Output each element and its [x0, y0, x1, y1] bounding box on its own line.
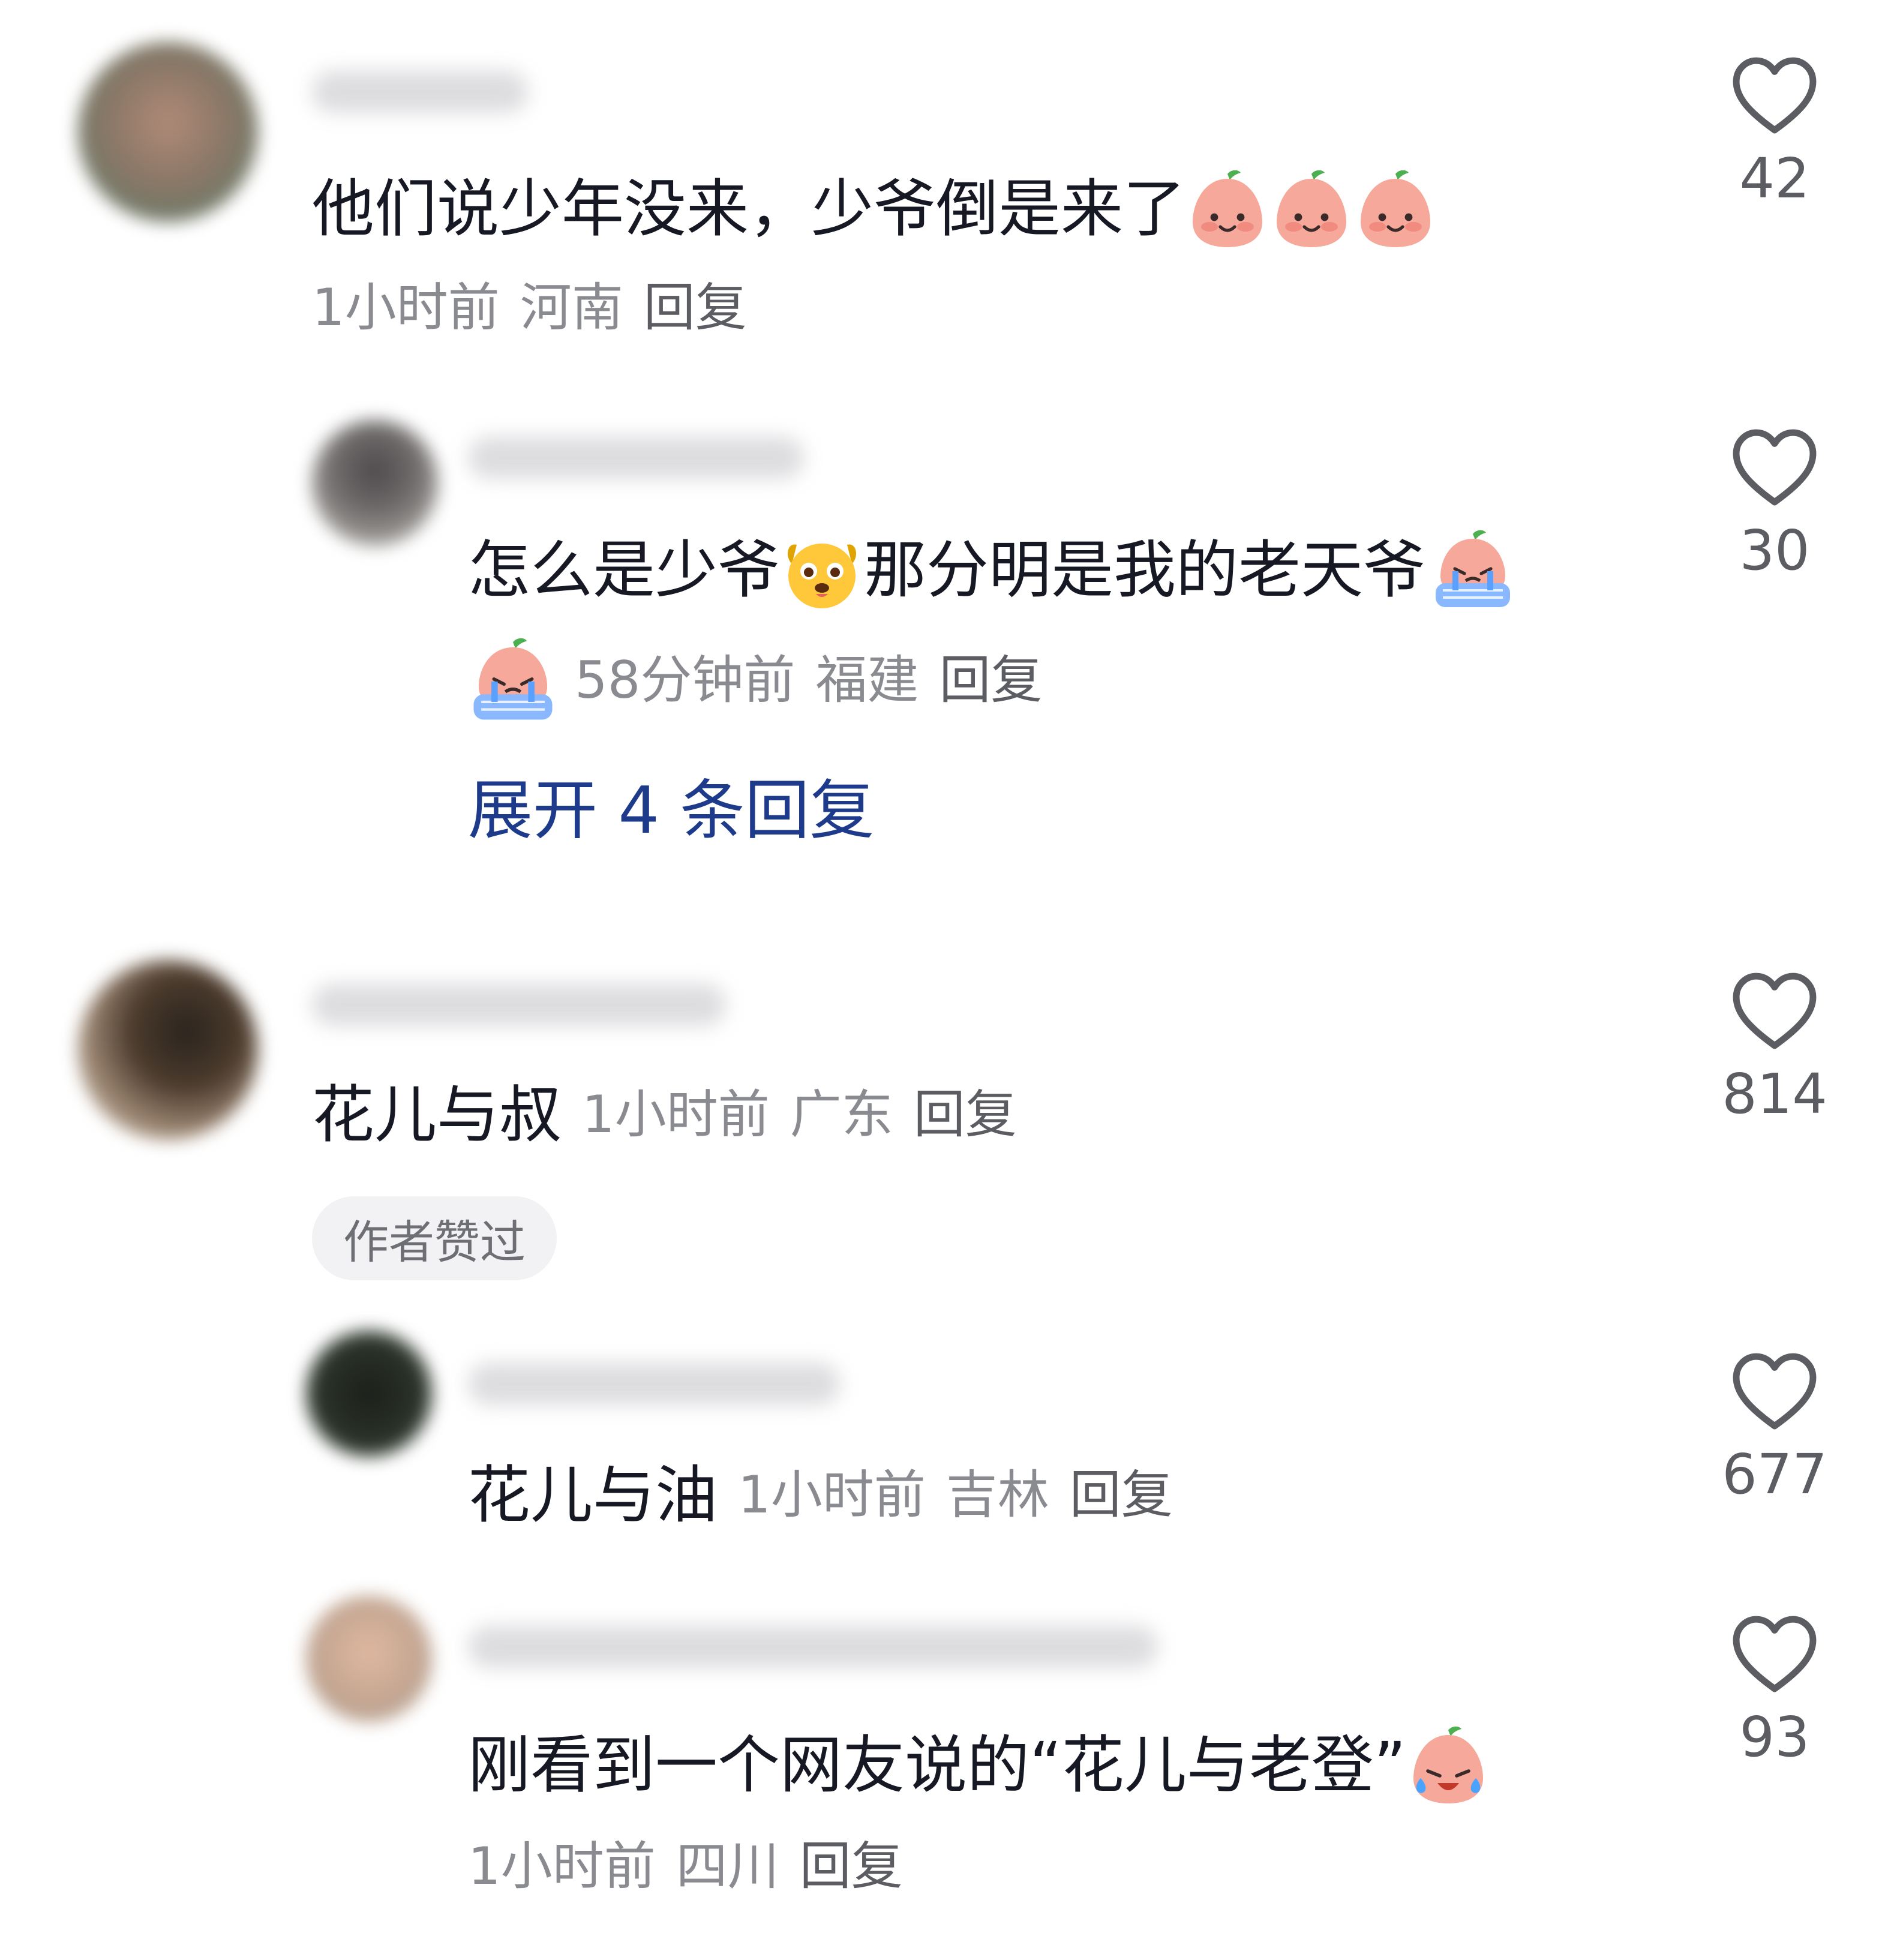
peach-laugh-cry-emoji: [1409, 1723, 1488, 1807]
username[interactable]: [312, 984, 726, 1026]
dog-face-emoji: [782, 528, 862, 612]
reply-text: 刚看到一个网友说的“花儿与老登”: [468, 1723, 1490, 1807]
reply-button[interactable]: 回复: [939, 655, 1042, 706]
peach-smile-emoji: [1272, 167, 1351, 251]
reply-body-part2: 那分明是我的老天爷: [864, 533, 1426, 607]
region: 河南: [520, 278, 623, 338]
username[interactable]: [312, 71, 528, 113]
like-button[interactable]: 42: [1715, 55, 1835, 206]
peach-crying-bath-emoji: [468, 636, 558, 725]
like-count: 42: [1739, 146, 1810, 211]
comment-body: 花儿与叔: [312, 1078, 562, 1151]
avatar[interactable]: [312, 420, 438, 546]
timestamp: 58分钟前: [575, 650, 796, 710]
peach-smile-emoji: [1188, 167, 1267, 251]
avatar[interactable]: [78, 960, 258, 1140]
avatar[interactable]: [306, 1331, 432, 1457]
region: 吉林: [946, 1465, 1049, 1525]
heart-icon: [1730, 971, 1819, 1051]
reply-meta: 1小时前 吉林 回复: [738, 1469, 1193, 1521]
reply-body-part1: 怎么是少爷: [468, 533, 781, 607]
like-count: 93: [1739, 1705, 1810, 1769]
like-button[interactable]: 93: [1715, 1614, 1835, 1765]
timestamp: 1小时前: [312, 278, 500, 338]
reply-button[interactable]: 回复: [914, 1089, 1017, 1140]
avatar[interactable]: [306, 1596, 432, 1722]
reply-text: 花儿与油 1小时前 吉林 回复: [468, 1464, 1193, 1526]
reply-text: 怎么是少爷 那分明是我的老天爷: [468, 528, 1520, 612]
comment-text: 他们说少年没来，少爷倒是来了: [312, 167, 1437, 251]
reply-button[interactable]: 回复: [644, 282, 747, 334]
reply-body: 花儿与油: [468, 1458, 718, 1532]
reply-body: 刚看到一个网友说的“花儿与老登”: [468, 1728, 1406, 1802]
comment-body: 他们说少年没来，少爷倒是来了: [312, 172, 1186, 245]
heart-icon: [1730, 427, 1819, 508]
peach-smile-emoji: [1356, 167, 1435, 251]
comment-text: 花儿与叔 1小时前 广东 回复: [312, 1083, 1037, 1146]
avatar[interactable]: [78, 42, 258, 222]
expand-replies-link[interactable]: 展开 4 条回复: [468, 779, 874, 844]
like-count: 30: [1739, 518, 1810, 583]
comment-meta: 1小时前 广东 回复: [582, 1089, 1037, 1140]
reply-button[interactable]: 回复: [1070, 1469, 1173, 1521]
timestamp: 1小时前: [468, 1836, 656, 1896]
like-count: 814: [1722, 1062, 1827, 1126]
like-button[interactable]: 814: [1715, 971, 1835, 1122]
username[interactable]: [468, 1363, 840, 1405]
peach-crying-bath-emoji: [1428, 528, 1518, 612]
timestamp: 1小时前: [582, 1085, 770, 1145]
username[interactable]: [468, 437, 804, 479]
heart-icon: [1730, 55, 1819, 136]
author-liked-badge: 作者赞过: [312, 1196, 557, 1280]
like-button[interactable]: 677: [1715, 1351, 1835, 1502]
like-count: 677: [1722, 1442, 1827, 1506]
reply-meta: 58分钟前 福建 回复: [468, 636, 1062, 725]
timestamp: 1小时前: [738, 1465, 926, 1525]
region: 四川: [676, 1836, 779, 1896]
reply-meta: 1小时前 四川 回复: [468, 1841, 923, 1892]
region: 广东: [790, 1085, 893, 1145]
like-button[interactable]: 30: [1715, 427, 1835, 578]
username[interactable]: [468, 1626, 1158, 1668]
comment-meta: 1小时前 河南 回复: [312, 282, 767, 334]
region: 福建: [815, 650, 919, 710]
heart-icon: [1730, 1614, 1819, 1694]
heart-icon: [1730, 1351, 1819, 1431]
reply-button[interactable]: 回复: [800, 1841, 903, 1892]
